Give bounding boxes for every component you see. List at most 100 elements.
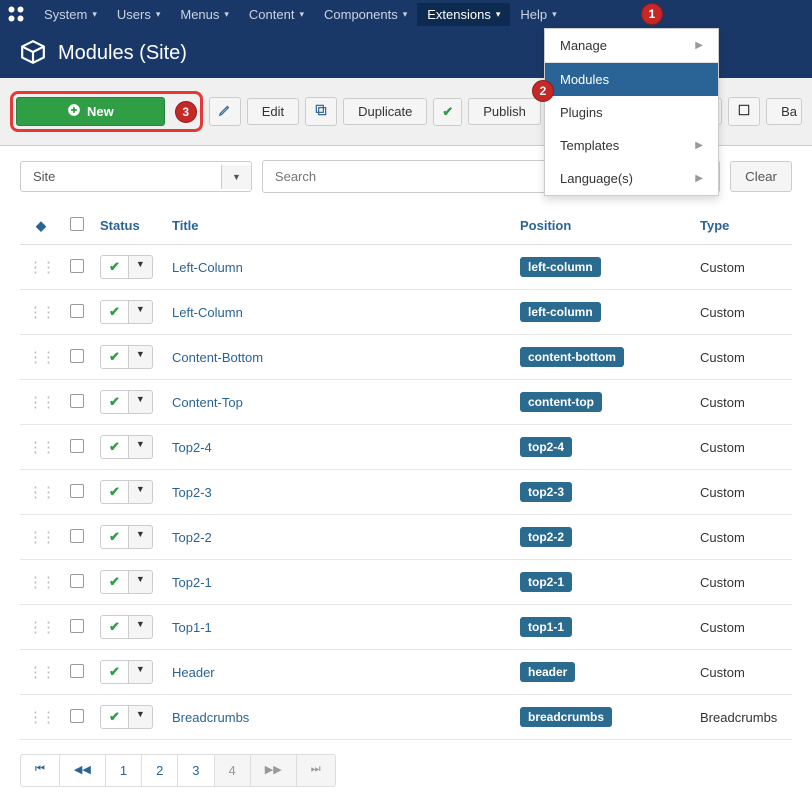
module-title-link[interactable]: Top2-3 xyxy=(172,485,212,500)
type-label: Custom xyxy=(700,305,745,320)
status-toggle[interactable]: ✔▼ xyxy=(100,390,153,414)
caret-down-icon: ▾ xyxy=(299,9,304,20)
dropdown-item-modules[interactable]: Modules xyxy=(545,63,718,96)
row-checkbox[interactable] xyxy=(62,470,92,515)
drag-handle[interactable]: ⋮⋮ xyxy=(20,470,62,515)
drag-handle[interactable]: ⋮⋮ xyxy=(20,335,62,380)
new-button[interactable]: New xyxy=(16,97,165,126)
drag-handle[interactable]: ⋮⋮ xyxy=(20,605,62,650)
position-badge: top2-1 xyxy=(520,572,572,592)
caret-down-icon: ▼ xyxy=(129,390,153,414)
type-label: Custom xyxy=(700,485,745,500)
copy-icon xyxy=(314,103,328,120)
row-checkbox[interactable] xyxy=(62,560,92,605)
drag-handle[interactable]: ⋮⋮ xyxy=(20,515,62,560)
duplicate-icon-button[interactable] xyxy=(305,97,337,126)
plus-circle-icon xyxy=(67,103,81,120)
drag-handle[interactable]: ⋮⋮ xyxy=(20,290,62,335)
module-title-link[interactable]: Top1-1 xyxy=(172,620,212,635)
status-toggle[interactable]: ✔▼ xyxy=(100,525,153,549)
dropdown-item-manage[interactable]: Manage▶ xyxy=(545,29,718,62)
row-checkbox[interactable] xyxy=(62,605,92,650)
dropdown-item-plugins[interactable]: Plugins xyxy=(545,96,718,129)
page-2[interactable]: 2 xyxy=(141,754,178,787)
publish-button[interactable]: Publish xyxy=(468,98,541,125)
nav-extensions[interactable]: Extensions▾ xyxy=(417,3,510,26)
page-prev[interactable]: ◀◀ xyxy=(59,754,106,787)
check-icon: ✔ xyxy=(100,570,129,594)
publish-icon-button[interactable]: ✔ xyxy=(433,98,462,126)
position-badge: content-bottom xyxy=(520,347,624,367)
dropdown-item-languages[interactable]: Language(s)▶ xyxy=(545,162,718,195)
status-toggle[interactable]: ✔▼ xyxy=(100,345,153,369)
row-checkbox[interactable] xyxy=(62,425,92,470)
drag-handle[interactable]: ⋮⋮ xyxy=(20,245,62,290)
page-1[interactable]: 1 xyxy=(105,754,142,787)
module-title-link[interactable]: Content-Bottom xyxy=(172,350,263,365)
clear-button[interactable]: Clear xyxy=(730,161,792,192)
edit-icon-button[interactable] xyxy=(209,97,241,126)
drag-handle[interactable]: ⋮⋮ xyxy=(20,695,62,740)
module-title-link[interactable]: Content-Top xyxy=(172,395,243,410)
row-checkbox[interactable] xyxy=(62,380,92,425)
check-icon: ✔ xyxy=(100,660,129,684)
batch-icon-button[interactable] xyxy=(728,97,760,126)
nav-help[interactable]: Help▾ xyxy=(510,3,566,26)
joomla-logo-icon[interactable] xyxy=(6,4,26,24)
status-toggle[interactable]: ✔▼ xyxy=(100,480,153,504)
page-next[interactable]: ▶▶ xyxy=(250,754,297,787)
status-toggle[interactable]: ✔▼ xyxy=(100,255,153,279)
status-toggle[interactable]: ✔▼ xyxy=(100,660,153,684)
drag-handle[interactable]: ⋮⋮ xyxy=(20,560,62,605)
row-checkbox[interactable] xyxy=(62,695,92,740)
drag-handle[interactable]: ⋮⋮ xyxy=(20,380,62,425)
row-checkbox[interactable] xyxy=(62,245,92,290)
client-select[interactable]: Site ▼ xyxy=(20,161,252,192)
module-title-link[interactable]: Header xyxy=(172,665,215,680)
row-checkbox[interactable] xyxy=(62,650,92,695)
type-label: Custom xyxy=(700,665,745,680)
status-toggle[interactable]: ✔▼ xyxy=(100,300,153,324)
edit-button[interactable]: Edit xyxy=(247,98,299,125)
module-title-link[interactable]: Top2-2 xyxy=(172,530,212,545)
status-toggle[interactable]: ✔▼ xyxy=(100,435,153,459)
module-title-link[interactable]: Left-Column xyxy=(172,305,243,320)
position-badge: breadcrumbs xyxy=(520,707,612,727)
dropdown-item-templates[interactable]: Templates▶ xyxy=(545,129,718,162)
nav-components[interactable]: Components▾ xyxy=(314,3,417,26)
type-label: Breadcrumbs xyxy=(700,710,777,725)
page-first[interactable]: ⏮ xyxy=(20,754,60,787)
col-title[interactable]: Title xyxy=(164,207,512,245)
module-title-link[interactable]: Top2-1 xyxy=(172,575,212,590)
duplicate-button[interactable]: Duplicate xyxy=(343,98,427,125)
nav-content[interactable]: Content▾ xyxy=(239,3,314,26)
row-checkbox[interactable] xyxy=(62,335,92,380)
nav-menus[interactable]: Menus▾ xyxy=(170,3,239,26)
col-type[interactable]: Type xyxy=(692,207,792,245)
square-icon xyxy=(737,103,751,120)
nav-system[interactable]: System▾ xyxy=(34,3,107,26)
row-checkbox[interactable] xyxy=(62,515,92,560)
status-toggle[interactable]: ✔▼ xyxy=(100,615,153,639)
batch-button-partial[interactable]: Ba xyxy=(766,98,802,125)
col-status[interactable]: Status xyxy=(92,207,164,245)
col-position[interactable]: Position xyxy=(512,207,692,245)
page-4[interactable]: 4 xyxy=(214,754,251,787)
col-check-all[interactable] xyxy=(62,207,92,245)
drag-handle[interactable]: ⋮⋮ xyxy=(20,650,62,695)
status-toggle[interactable]: ✔▼ xyxy=(100,705,153,729)
row-checkbox[interactable] xyxy=(62,290,92,335)
position-badge: content-top xyxy=(520,392,602,412)
module-title-link[interactable]: Left-Column xyxy=(172,260,243,275)
check-icon: ✔ xyxy=(100,525,129,549)
table-row: ⋮⋮✔▼Top2-2top2-2Custom xyxy=(20,515,792,560)
drag-handle[interactable]: ⋮⋮ xyxy=(20,425,62,470)
caret-down-icon: ▼ xyxy=(129,570,153,594)
module-title-link[interactable]: Breadcrumbs xyxy=(172,710,249,725)
status-toggle[interactable]: ✔▼ xyxy=(100,570,153,594)
col-sort[interactable]: ◆ xyxy=(20,207,62,245)
nav-users[interactable]: Users▾ xyxy=(107,3,170,26)
module-title-link[interactable]: Top2-4 xyxy=(172,440,212,455)
page-3[interactable]: 3 xyxy=(177,754,214,787)
page-last[interactable]: ⏭ xyxy=(296,754,336,787)
